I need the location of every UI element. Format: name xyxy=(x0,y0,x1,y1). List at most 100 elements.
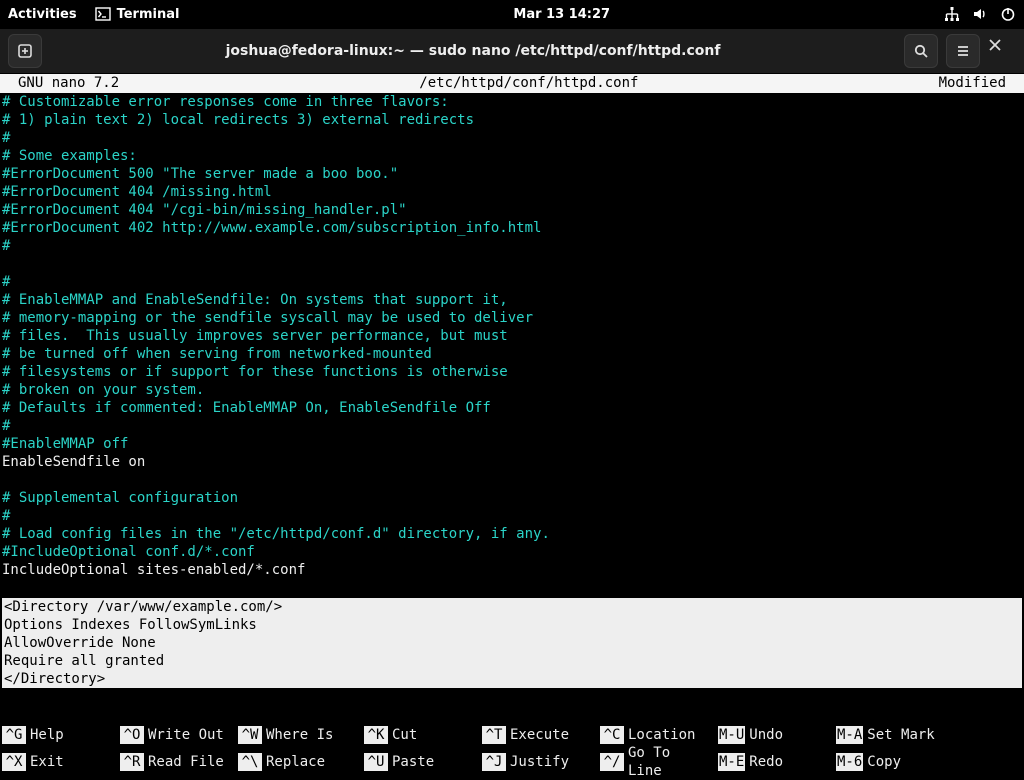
menu-button[interactable] xyxy=(946,34,980,68)
shortcut-copy: M-6Copy xyxy=(836,744,954,780)
shortcut-label: Execute xyxy=(510,726,577,744)
shortcut-key: ^\ xyxy=(238,753,262,771)
shortcut-cut: ^KCut xyxy=(364,726,482,744)
editor-line: # be turned off when serving from networ… xyxy=(2,345,1022,363)
active-app[interactable]: Terminal xyxy=(95,6,180,22)
editor-line: # 1) plain text 2) local redirects 3) ex… xyxy=(2,111,1022,129)
search-icon xyxy=(913,43,929,59)
shortcut-key: ^X xyxy=(2,753,26,771)
shortcut-help: ^GHelp xyxy=(2,726,120,744)
spacer xyxy=(0,688,1024,722)
editor-line: #ErrorDocument 404 /missing.html xyxy=(2,183,1022,201)
nano-editor[interactable]: # Customizable error responses come in t… xyxy=(0,93,1024,598)
shortcut-key: ^T xyxy=(482,726,506,744)
shortcut-where-is: ^WWhere Is xyxy=(238,726,364,744)
highlight-line: </Directory> xyxy=(4,670,1020,688)
editor-line: #ErrorDocument 404 "/cgi-bin/missing_han… xyxy=(2,201,1022,219)
editor-line: # Supplemental configuration xyxy=(2,489,1022,507)
shortcut-label: Read File xyxy=(148,753,232,771)
shortcut-key: M-A xyxy=(836,726,863,744)
activities-button[interactable]: Activities xyxy=(8,7,77,22)
editor-line xyxy=(2,471,1022,489)
terminal-icon xyxy=(95,6,111,22)
gnome-topbar: Activities Terminal Mar 13 14:27 xyxy=(0,0,1024,28)
shortcut-label: Paste xyxy=(392,753,442,771)
shortcut-undo: M-UUndo xyxy=(718,726,836,744)
shortcut-label: Cut xyxy=(392,726,425,744)
new-tab-icon xyxy=(17,43,33,59)
shortcut-go-to-line: ^/Go To Line xyxy=(600,744,718,780)
editor-line: # Some examples: xyxy=(2,147,1022,165)
window-title: joshua@fedora-linux:~ — sudo nano /etc/h… xyxy=(50,43,896,59)
close-icon xyxy=(988,38,1002,52)
shortcut-key: ^R xyxy=(120,753,144,771)
shortcut-location: ^CLocation xyxy=(600,726,718,744)
editor-line: # xyxy=(2,417,1022,435)
shortcut-label: Help xyxy=(30,726,72,744)
shortcut-write-out: ^OWrite Out xyxy=(120,726,238,744)
highlight-line: Require all granted xyxy=(4,652,1020,670)
shortcut-justify: ^JJustify xyxy=(482,744,600,780)
new-tab-button[interactable] xyxy=(8,34,42,68)
shortcut-redo: M-ERedo xyxy=(718,744,836,780)
editor-line: #ErrorDocument 402 http://www.example.co… xyxy=(2,219,1022,237)
shortcut-key: M-E xyxy=(718,753,745,771)
shortcut-label: Set Mark xyxy=(867,726,942,744)
shortcut-key: ^O xyxy=(120,726,144,744)
shortcut-key: ^C xyxy=(600,726,624,744)
shortcut-set-mark: M-ASet Mark xyxy=(836,726,954,744)
shortcut-key: M-6 xyxy=(836,753,863,771)
shortcut-label: Redo xyxy=(749,753,791,771)
volume-icon[interactable] xyxy=(972,6,988,22)
editor-line xyxy=(2,579,1022,597)
editor-line: # xyxy=(2,273,1022,291)
network-icon[interactable] xyxy=(944,6,960,22)
editor-line: #IncludeOptional conf.d/*.conf xyxy=(2,543,1022,561)
shortcut-key: ^W xyxy=(238,726,262,744)
editor-line: #ErrorDocument 500 "The server made a bo… xyxy=(2,165,1022,183)
editor-line: # filesystems or if support for these fu… xyxy=(2,363,1022,381)
shortcut-key: ^/ xyxy=(600,753,624,771)
shortcut-label: Write Out xyxy=(148,726,232,744)
nano-filepath: /etc/httpd/conf/httpd.conf xyxy=(119,74,938,93)
highlight-line: Options Indexes FollowSymLinks xyxy=(4,616,1020,634)
shortcut-label: Exit xyxy=(30,753,72,771)
search-button[interactable] xyxy=(904,34,938,68)
editor-line: # files. This usually improves server pe… xyxy=(2,327,1022,345)
editor-line: # EnableMMAP and EnableSendfile: On syst… xyxy=(2,291,1022,309)
nano-version: GNU nano 7.2 xyxy=(2,74,119,93)
editor-line: #EnableMMAP off xyxy=(2,435,1022,453)
shortcut-label: Location xyxy=(628,726,703,744)
close-button[interactable] xyxy=(988,37,1016,65)
highlight-line: <Directory /var/www/example.com/> xyxy=(4,598,1020,616)
shortcut-label: Copy xyxy=(867,753,909,771)
highlight-line: AllowOverride None xyxy=(4,634,1020,652)
shortcut-label: Replace xyxy=(266,753,333,771)
shortcut-exit: ^XExit xyxy=(2,744,120,780)
editor-line: # xyxy=(2,129,1022,147)
shortcut-key: ^U xyxy=(364,753,388,771)
clock[interactable]: Mar 13 14:27 xyxy=(179,7,944,22)
editor-line: # memory-mapping or the sendfile syscall… xyxy=(2,309,1022,327)
shortcut-read-file: ^RRead File xyxy=(120,744,238,780)
shortcut-label: Justify xyxy=(510,753,577,771)
shortcut-key: ^J xyxy=(482,753,506,771)
shortcut-label: Go To Line xyxy=(628,744,718,780)
nano-status: Modified xyxy=(939,74,1022,93)
nano-header: GNU nano 7.2 /etc/httpd/conf/httpd.conf … xyxy=(0,74,1024,93)
shortcut-key: ^K xyxy=(364,726,388,744)
editor-line: IncludeOptional sites-enabled/*.conf xyxy=(2,561,1022,579)
shortcut-label: Where Is xyxy=(266,726,341,744)
shortcut-label: Undo xyxy=(749,726,791,744)
editor-line: # xyxy=(2,507,1022,525)
editor-line: EnableSendfile on xyxy=(2,453,1022,471)
nano-shortcuts: ^GHelp^OWrite Out^WWhere Is^KCut^TExecut… xyxy=(0,722,1024,780)
editor-line xyxy=(2,255,1022,273)
editor-line: # Customizable error responses come in t… xyxy=(2,93,1022,111)
nano-input-line[interactable]: <Directory /var/www/example.com/>Options… xyxy=(2,598,1022,688)
terminal-titlebar: joshua@fedora-linux:~ — sudo nano /etc/h… xyxy=(0,28,1024,74)
power-icon[interactable] xyxy=(1000,6,1016,22)
hamburger-icon xyxy=(955,43,971,59)
editor-line: # Defaults if commented: EnableMMAP On, … xyxy=(2,399,1022,417)
shortcut-replace: ^\Replace xyxy=(238,744,364,780)
